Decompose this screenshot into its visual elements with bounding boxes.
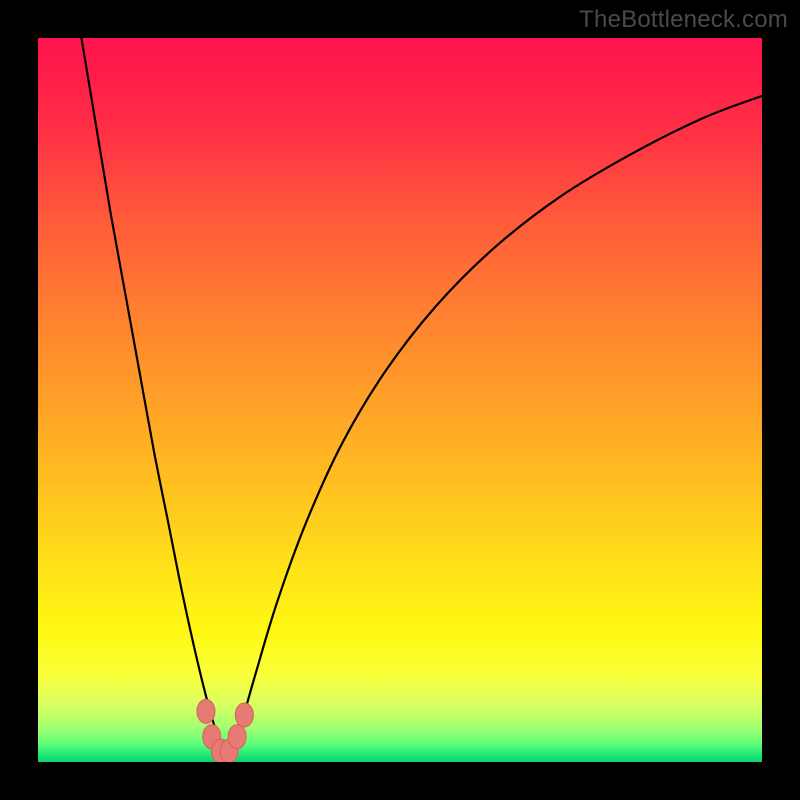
curve-marker <box>197 699 215 723</box>
curve-marker <box>235 703 253 727</box>
watermark-text: TheBottleneck.com <box>579 6 788 34</box>
plot-area <box>38 38 762 762</box>
marker-group <box>197 699 253 762</box>
chart-frame: TheBottleneck.com <box>0 0 800 800</box>
curve-layer <box>38 38 762 762</box>
bottleneck-curve <box>81 38 762 755</box>
curve-marker <box>228 725 246 749</box>
